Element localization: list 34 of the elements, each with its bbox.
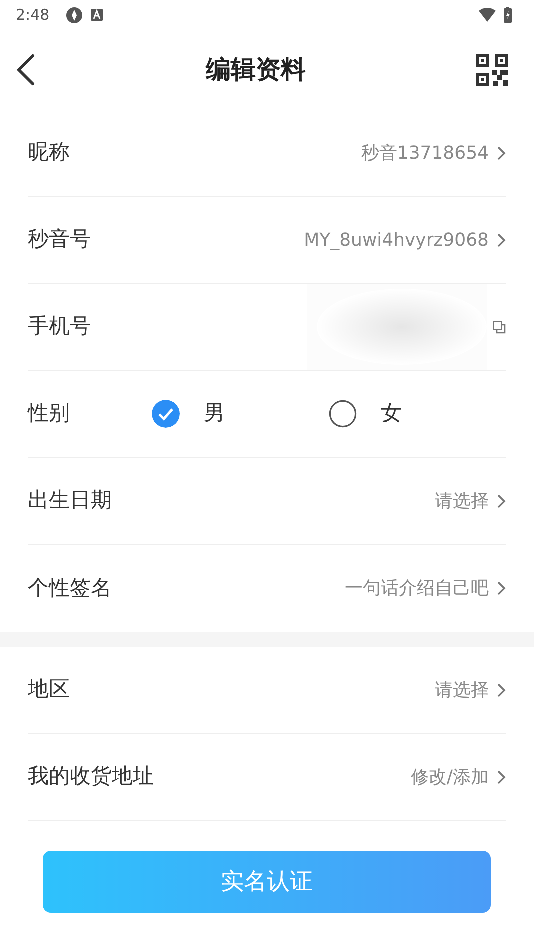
settings-value-link[interactable]: 一句话介绍自己吧: [345, 575, 506, 602]
chevron-icon: [497, 682, 506, 698]
settings-value-link[interactable]: 请选择: [435, 676, 506, 704]
aperture-icon: [66, 6, 83, 24]
settings-value-link[interactable]: 请选择: [435, 488, 506, 514]
radio-option[interactable]: 女: [329, 398, 506, 430]
field-label: 地区: [28, 676, 70, 704]
field-label: 出生日期: [28, 487, 112, 514]
field-label: 个性签名: [28, 574, 112, 602]
field-label: 手机号: [28, 313, 91, 340]
settings-value-link[interactable]: MY_8uwi4hvyrz9068: [304, 226, 506, 254]
verify-button[interactable]: 实名认证: [43, 851, 491, 913]
field-label: 性别: [28, 400, 70, 428]
field-label: 秒音号: [28, 226, 91, 254]
radio-unchecked-icon: [329, 400, 357, 428]
wifi-icon: [479, 8, 496, 22]
field-label: 我的收货地址: [28, 763, 154, 790]
chevron-icon: [497, 232, 506, 248]
keyboard-icon: [90, 9, 103, 21]
copy-icon[interactable]: [493, 320, 506, 334]
page-title: 编辑资料: [206, 54, 306, 86]
battery-icon: [504, 7, 512, 23]
chevron-icon: [497, 770, 506, 784]
chevron-icon: [497, 146, 506, 160]
chevron-icon: [497, 581, 506, 596]
settings-value-link[interactable]: 修改/添加: [410, 764, 506, 790]
chevron-icon: [497, 494, 506, 508]
radio-checked-icon: [152, 400, 180, 428]
back-icon[interactable]: [16, 54, 36, 86]
settings-value-link[interactable]: 秒音13718654: [361, 140, 506, 166]
field-label: 昵称: [28, 139, 70, 166]
status-time: 2:48: [16, 4, 50, 26]
qr-code-icon[interactable]: [476, 54, 508, 86]
radio-option[interactable]: 男: [152, 398, 329, 430]
